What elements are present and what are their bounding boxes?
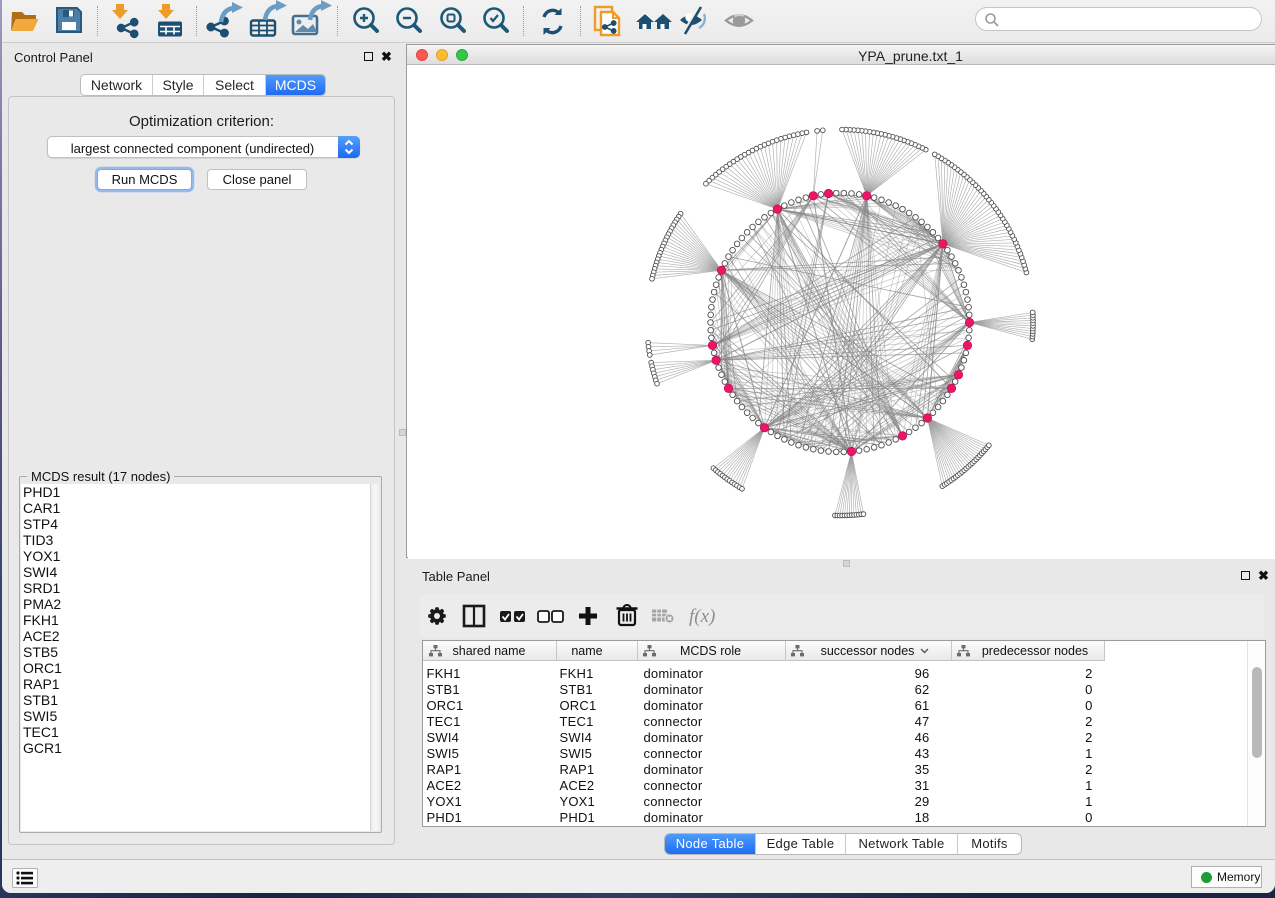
svg-text:f(x): f(x)	[689, 606, 715, 627]
